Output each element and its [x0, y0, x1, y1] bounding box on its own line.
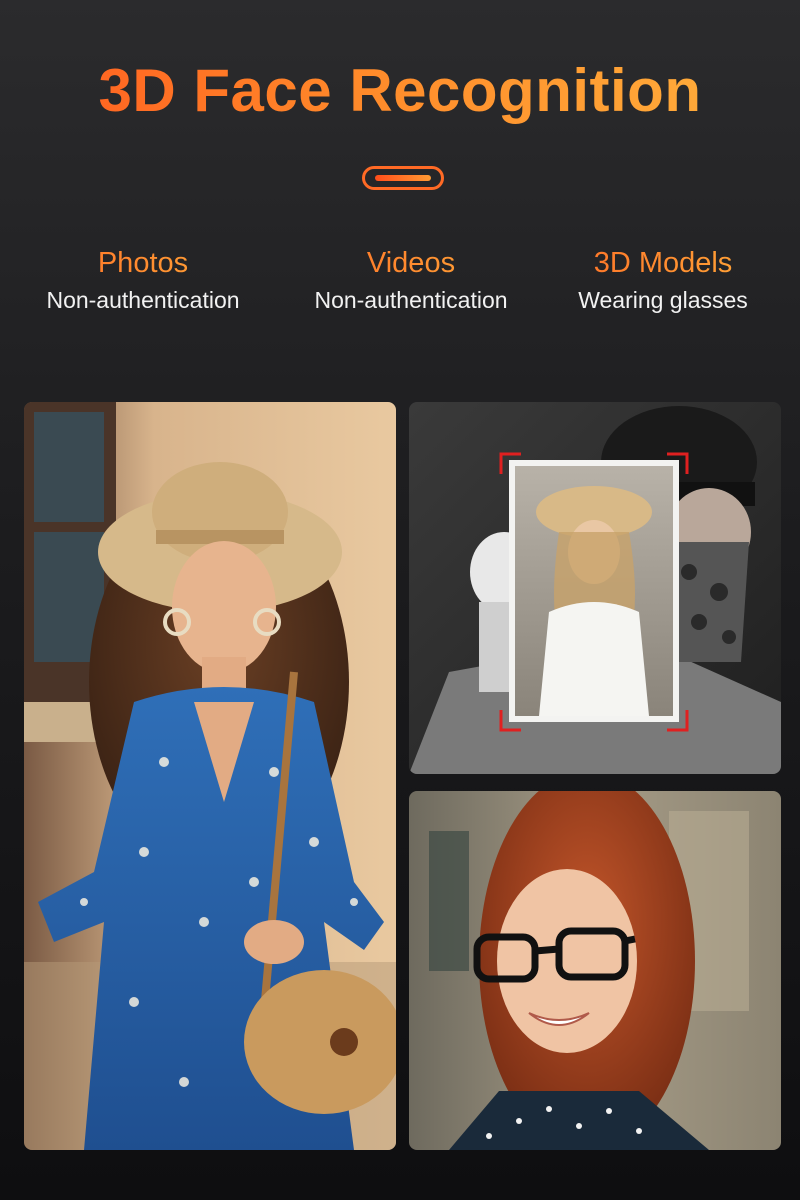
feature-title: Videos — [281, 244, 541, 282]
feature-photos: Photos Non-authentication — [13, 244, 273, 318]
feature-3d-models: 3D Models Wearing glasses — [533, 244, 793, 318]
page: 3D Face Recognition Photos Non-authentic… — [0, 0, 800, 1200]
person-holding-photo-spoof — [409, 402, 781, 774]
feature-subtitle: Wearing glasses — [578, 287, 748, 313]
woman-in-hat-photo — [24, 402, 396, 1150]
feature-subtitle: Non-authentication — [46, 287, 240, 313]
title-divider-bar — [375, 175, 431, 181]
feature-title: Photos — [13, 244, 273, 282]
feature-videos: Videos Non-authentication — [281, 244, 541, 318]
feature-title: 3D Models — [533, 244, 793, 282]
page-title: 3D Face Recognition — [0, 56, 800, 125]
feature-subtitle: Non-authentication — [314, 287, 508, 313]
woman-with-glasses-photo — [409, 791, 781, 1150]
title-divider — [362, 166, 444, 190]
